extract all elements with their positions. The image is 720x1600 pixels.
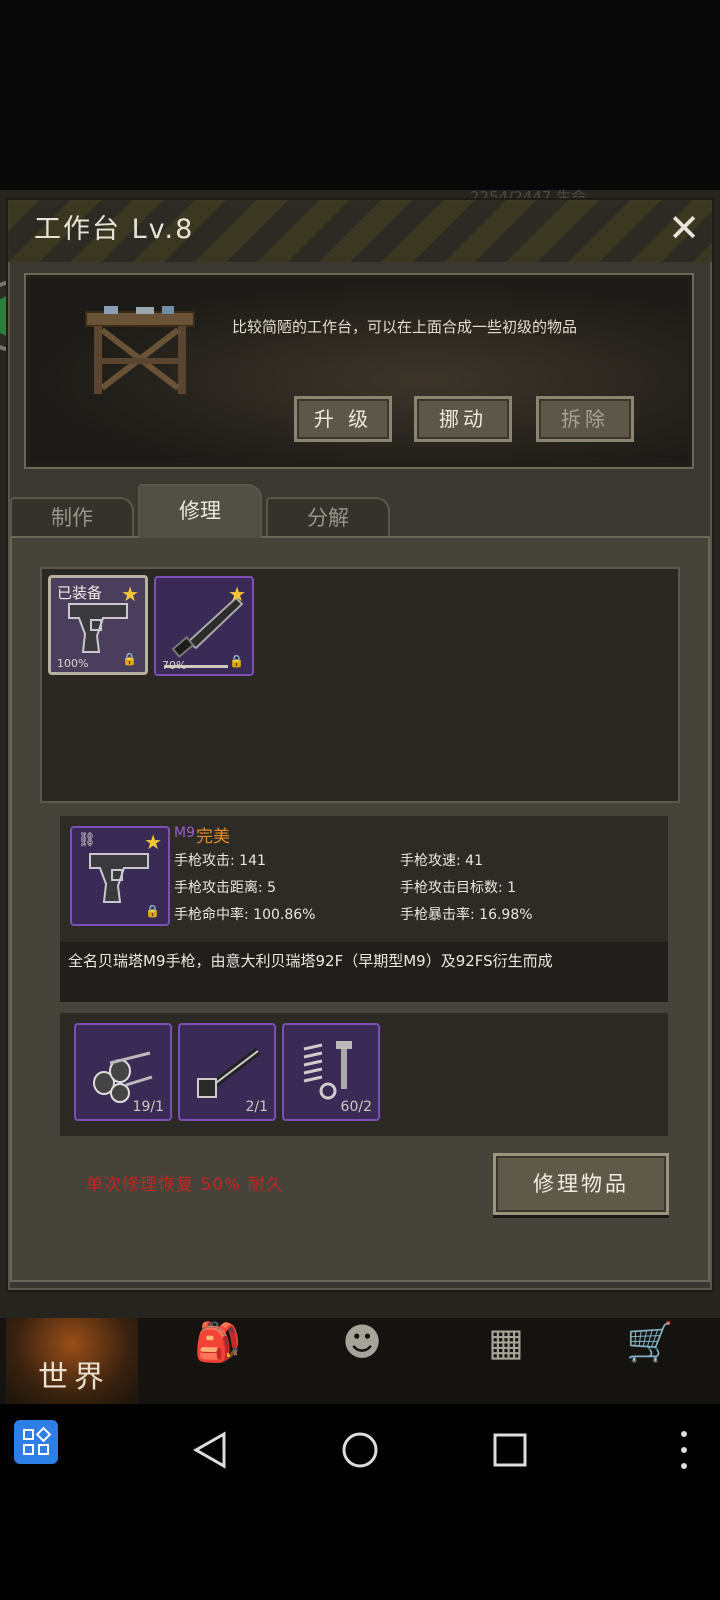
head-gear-icon[interactable]: ☻ — [322, 1320, 402, 1370]
inventory-item-machete[interactable]: ★ 70% 🔒 — [154, 576, 254, 676]
apps-icon[interactable] — [14, 1420, 58, 1464]
more-icon[interactable] — [654, 1420, 714, 1480]
wrench-icon — [197, 1047, 261, 1098]
stat-range: 手枪攻击距离: 5 — [174, 880, 277, 896]
steel-pipe-icon — [93, 1051, 153, 1103]
backpack-icon[interactable]: 🎒 — [178, 1320, 258, 1370]
repair-note: 单次修理恢复 50% 耐久 — [86, 1175, 284, 1195]
stat-accuracy: 手枪命中率: 100.86% — [174, 907, 316, 923]
stat-attack-speed: 手枪攻速: 41 — [400, 853, 483, 869]
back-icon[interactable] — [180, 1420, 240, 1480]
recents-icon[interactable] — [480, 1420, 540, 1480]
link-icon: ⛓ — [78, 832, 96, 848]
nav-world-label: 世界 — [38, 1360, 110, 1395]
lock-icon: 🔒 — [122, 652, 137, 666]
material-count: 19/1 — [132, 1099, 164, 1115]
material-count: 60/2 — [340, 1099, 372, 1115]
item-model: M9 — [174, 825, 195, 841]
stat-crit: 手枪暴击率: 16.98% — [400, 907, 533, 923]
repair-item-button[interactable]: 修理物品 — [493, 1153, 669, 1215]
cart-icon[interactable]: 🛒 — [610, 1320, 690, 1370]
workbench-description: 比较简陋的工作台，可以在上面合成一些初级的物品 — [232, 318, 578, 336]
durability-value: 100% — [57, 657, 89, 670]
upgrade-button[interactable]: 升 级 — [294, 396, 392, 442]
item-quality: 完美 — [196, 827, 230, 847]
tab-disassemble[interactable]: 分解 — [266, 497, 390, 537]
star-icon: ★ — [121, 582, 139, 606]
move-button[interactable]: 挪动 — [414, 396, 512, 442]
lock-icon: 🔒 — [145, 904, 160, 918]
material-spring-bolt[interactable]: 60/2 — [282, 1023, 380, 1121]
status-area — [0, 0, 720, 200]
workbench-icon — [85, 306, 195, 394]
item-description: 全名贝瑞塔M9手枪，由意大利贝瑞塔92F（早期型M9）及92FS衍生而成 — [60, 942, 668, 1002]
star-icon: ★ — [144, 830, 162, 854]
spring-bolt-icon — [303, 1041, 352, 1100]
star-icon: ★ — [228, 582, 246, 606]
equipped-label: 已装备 — [57, 584, 103, 602]
tab-repair[interactable]: 修理 — [138, 484, 262, 538]
selected-item-icon: ⛓ ★ 🔒 — [70, 826, 170, 926]
material-wrench[interactable]: 2/1 — [178, 1023, 276, 1121]
material-count: 2/1 — [245, 1099, 268, 1115]
stat-attack: 手枪攻击: 141 — [174, 853, 266, 869]
dismantle-button[interactable]: 拆除 — [536, 396, 634, 442]
material-steel-pipe[interactable]: 19/1 — [74, 1023, 172, 1121]
calculator-icon[interactable]: ▦ — [466, 1320, 546, 1370]
inventory-item-pistol[interactable]: 已装备 ★ 100% 🔒 — [48, 575, 148, 675]
tab-craft[interactable]: 制作 — [10, 497, 134, 537]
lock-icon: 🔒 — [229, 654, 244, 668]
home-icon[interactable] — [330, 1420, 390, 1480]
dialog-title: 工作台 Lv.8 — [34, 214, 195, 245]
close-icon[interactable]: ✕ — [664, 208, 704, 248]
pistol-icon — [89, 853, 149, 903]
stat-targets: 手枪攻击目标数: 1 — [400, 880, 517, 896]
durability-bar — [164, 665, 228, 668]
